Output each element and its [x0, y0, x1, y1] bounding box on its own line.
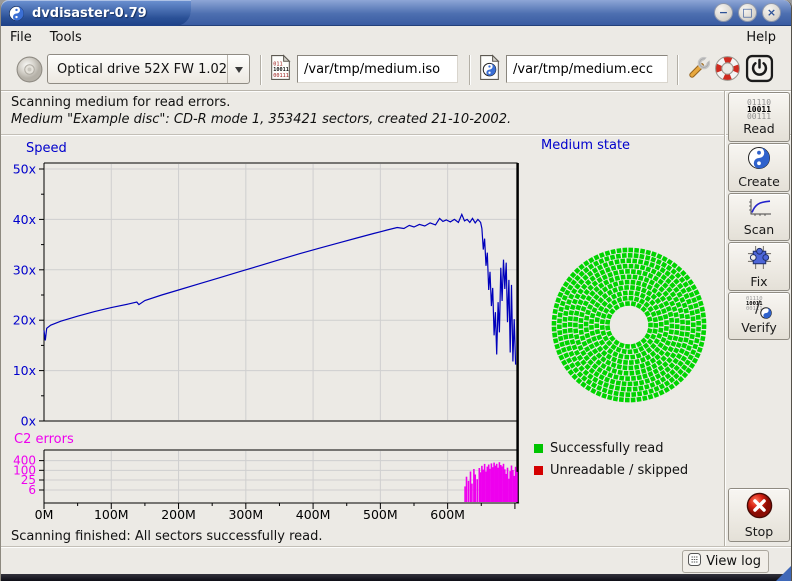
- svg-text:C2 errors: C2 errors: [14, 432, 74, 447]
- speed-and-c2-charts: 0M 100M 200M 300M 400M 500M 600M 0x 10x 20x 30x 40x…: [9, 135, 526, 527]
- legend-label-unreadable: Unreadable / skipped: [550, 463, 688, 478]
- toolbar: Optical drive 52X FW 1.02 011 10011 0011…: [1, 48, 791, 91]
- verify-compare-icon: 011101001100111 /: [746, 297, 772, 319]
- verify-button-label: Verify: [741, 320, 776, 335]
- svg-text:400: 400: [13, 454, 36, 468]
- ecc-file-icon: [477, 54, 502, 81]
- iso-image-icon: 011 10011 00111: [268, 54, 293, 81]
- maximize-button[interactable]: □: [738, 3, 757, 22]
- mini-yin-yang-icon: [760, 307, 772, 319]
- scan-button-label: Scan: [744, 222, 774, 237]
- view-log-label: View log: [706, 554, 761, 569]
- svg-text:200M: 200M: [161, 507, 196, 522]
- fix-button-label: Fix: [750, 274, 767, 289]
- chevron-down-icon: [227, 55, 249, 83]
- scan-result-status: Scanning finished: All sectors successfu…: [11, 529, 323, 544]
- svg-text:100M: 100M: [94, 507, 129, 522]
- svg-text:50x: 50x: [13, 162, 36, 177]
- stop-button-label: Stop: [745, 524, 773, 539]
- statusbar: View log: [1, 546, 791, 574]
- window-title: dvdisaster-0.79: [32, 6, 147, 21]
- menu-help[interactable]: Help: [737, 28, 785, 47]
- menu-tools[interactable]: Tools: [41, 28, 91, 47]
- iso-path-input[interactable]: [297, 55, 458, 83]
- svg-text:20x: 20x: [13, 313, 36, 328]
- binary-read-icon: 011101001100111: [747, 99, 771, 120]
- legend-item-unreadable: Unreadable / skipped: [534, 463, 688, 478]
- create-button[interactable]: Create: [728, 143, 790, 192]
- stop-x-icon: [745, 491, 774, 523]
- verify-button[interactable]: 011101001100111 / Verify: [728, 292, 790, 340]
- resize-grip[interactable]: [776, 566, 791, 581]
- svg-text:0M: 0M: [35, 507, 54, 522]
- ecc-path-input[interactable]: [506, 55, 668, 83]
- status-line-primary: Scanning medium for read errors.: [11, 95, 230, 110]
- preferences-wrench-icon[interactable]: [683, 53, 714, 84]
- legend-item-success: Successfully read: [534, 441, 663, 456]
- scan-graph-icon: [746, 198, 772, 221]
- svg-text:0x: 0x: [21, 414, 36, 429]
- log-icon: [687, 552, 702, 571]
- drive-selector[interactable]: Optical drive 52X FW 1.02: [47, 54, 250, 84]
- svg-text:500M: 500M: [363, 507, 398, 522]
- dvdisaster-window: dvdisaster-0.79 − □ × File Tools Help Op…: [0, 0, 792, 581]
- svg-text:600M: 600M: [430, 507, 465, 522]
- medium-state-title: Medium state: [541, 138, 630, 153]
- svg-text:30x: 30x: [13, 262, 36, 277]
- minimize-button[interactable]: −: [714, 3, 733, 22]
- svg-text:00111: 00111: [273, 73, 289, 79]
- view-log-button[interactable]: View log: [682, 550, 769, 573]
- status-line-medium-info: Medium "Example disc": CD-R mode 1, 3534…: [11, 112, 511, 127]
- toolbar-separator: [260, 55, 262, 85]
- sidebar-separator: [724, 91, 726, 546]
- close-button[interactable]: ×: [762, 3, 781, 22]
- menu-file[interactable]: File: [1, 28, 41, 47]
- titlebar-tab: dvdisaster-0.79: [1, 0, 191, 26]
- read-button-label: Read: [743, 121, 774, 136]
- window-bottom-edge: [1, 574, 791, 581]
- svg-text:10x: 10x: [13, 363, 36, 378]
- app-yinyang-icon: [8, 5, 25, 22]
- create-button-label: Create: [738, 174, 780, 189]
- drive-selector-value: Optical drive 52X FW 1.02: [48, 62, 227, 77]
- toolbar-separator: [677, 55, 679, 85]
- read-button[interactable]: 011101001100111 Read: [728, 92, 790, 142]
- svg-text:40x: 40x: [13, 212, 36, 227]
- menubar: File Tools Help: [1, 26, 791, 48]
- svg-text:300M: 300M: [228, 507, 263, 522]
- toolbar-separator: [469, 55, 471, 85]
- stop-button[interactable]: Stop: [728, 488, 790, 542]
- optical-drive-icon: [15, 55, 44, 84]
- status-header: Scanning medium for read errors. Medium …: [1, 91, 791, 135]
- titlebar[interactable]: dvdisaster-0.79 − □ ×: [1, 0, 791, 26]
- help-lifebelt-icon[interactable]: [713, 54, 742, 83]
- fix-button[interactable]: Fix: [728, 242, 790, 291]
- quit-power-icon[interactable]: [745, 54, 774, 83]
- svg-text:Speed: Speed: [26, 141, 67, 156]
- legend-swatch-success: [534, 444, 543, 453]
- svg-text:400M: 400M: [296, 507, 331, 522]
- scan-button[interactable]: Scan: [728, 193, 790, 241]
- yin-yang-icon: [747, 146, 771, 173]
- puzzle-fix-icon: [747, 245, 772, 273]
- legend-label-success: Successfully read: [550, 441, 663, 456]
- medium-state-disc: [537, 233, 721, 417]
- legend-swatch-unreadable: [534, 466, 543, 475]
